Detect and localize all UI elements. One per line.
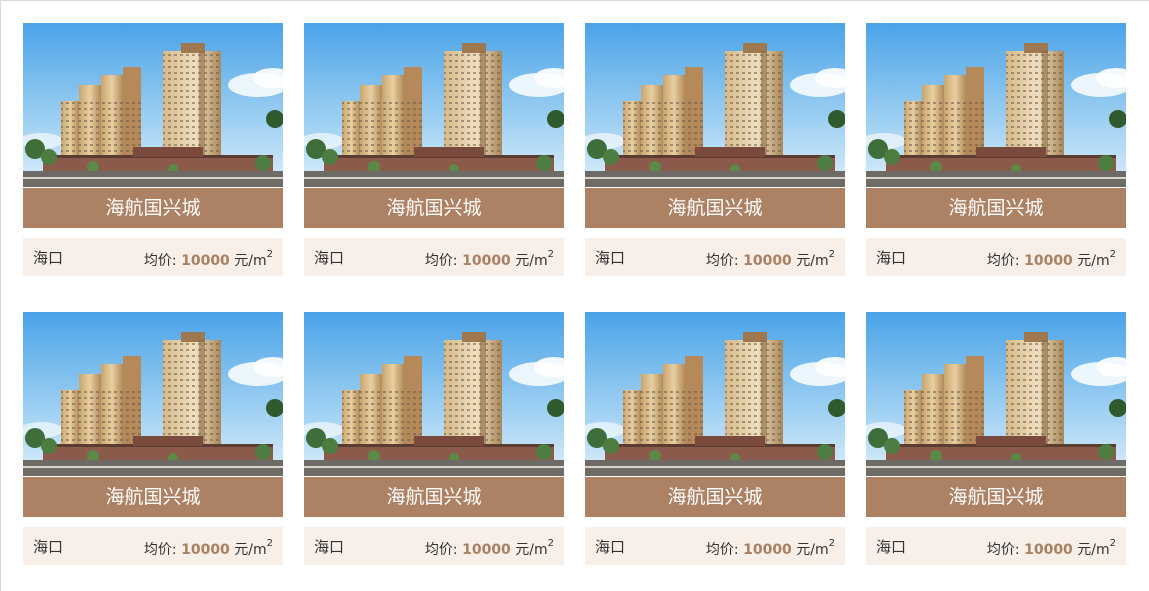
price-value: 10000 bbox=[462, 253, 511, 269]
listing-info: 海口 均价: 10000 元/m2 bbox=[304, 238, 564, 276]
price-unit-sup: 2 bbox=[1109, 538, 1116, 550]
price-label: 均价: bbox=[143, 253, 177, 269]
listing-card[interactable]: 海航国兴城 海口 均价: 10000 元/m2 bbox=[304, 23, 564, 276]
listing-title[interactable]: 海航国兴城 bbox=[866, 477, 1126, 517]
price-value: 10000 bbox=[1024, 253, 1073, 269]
price-value: 10000 bbox=[1024, 542, 1073, 558]
price-value: 10000 bbox=[743, 542, 792, 558]
listing-location: 海口 bbox=[876, 538, 907, 556]
listing-info: 海口 均价: 10000 元/m2 bbox=[23, 238, 283, 276]
listing-price: 均价: 10000 元/m2 bbox=[143, 538, 273, 559]
listing-price: 均价: 10000 元/m2 bbox=[424, 249, 554, 270]
listing-title[interactable]: 海航国兴城 bbox=[304, 188, 564, 228]
listing-price: 均价: 10000 元/m2 bbox=[986, 249, 1116, 270]
listing-price: 均价: 10000 元/m2 bbox=[143, 249, 273, 270]
price-value: 10000 bbox=[181, 542, 230, 558]
listing-card[interactable]: 海航国兴城 海口 均价: 10000 元/m2 bbox=[866, 312, 1126, 565]
listing-info: 海口 均价: 10000 元/m2 bbox=[585, 527, 845, 565]
building-photo[interactable] bbox=[585, 23, 845, 187]
listing-info: 海口 均价: 10000 元/m2 bbox=[304, 527, 564, 565]
price-unit: 元/m bbox=[234, 542, 267, 558]
listing-card[interactable]: 海航国兴城 海口 均价: 10000 元/m2 bbox=[585, 312, 845, 565]
price-unit-sup: 2 bbox=[266, 538, 273, 550]
building-photo[interactable] bbox=[585, 312, 845, 476]
listing-info: 海口 均价: 10000 元/m2 bbox=[23, 527, 283, 565]
listing-location: 海口 bbox=[595, 538, 626, 556]
listing-title[interactable]: 海航国兴城 bbox=[304, 477, 564, 517]
listing-info: 海口 均价: 10000 元/m2 bbox=[585, 238, 845, 276]
listing-card[interactable]: 海航国兴城 海口 均价: 10000 元/m2 bbox=[23, 312, 283, 565]
price-unit: 元/m bbox=[234, 253, 267, 269]
listing-location: 海口 bbox=[595, 249, 626, 267]
building-photo[interactable] bbox=[304, 23, 564, 187]
building-photo[interactable] bbox=[23, 23, 283, 187]
listing-title[interactable]: 海航国兴城 bbox=[23, 477, 283, 517]
listing-price: 均价: 10000 元/m2 bbox=[424, 538, 554, 559]
listing-price: 均价: 10000 元/m2 bbox=[705, 249, 835, 270]
building-photo[interactable] bbox=[866, 23, 1126, 187]
price-label: 均价: bbox=[424, 542, 458, 558]
listing-title[interactable]: 海航国兴城 bbox=[585, 188, 845, 228]
price-unit: 元/m bbox=[1077, 542, 1110, 558]
listing-title[interactable]: 海航国兴城 bbox=[23, 188, 283, 228]
listing-location: 海口 bbox=[33, 538, 64, 556]
price-label: 均价: bbox=[424, 253, 458, 269]
price-label: 均价: bbox=[986, 542, 1020, 558]
price-unit-sup: 2 bbox=[828, 249, 835, 261]
price-value: 10000 bbox=[181, 253, 230, 269]
listing-location: 海口 bbox=[314, 249, 345, 267]
price-label: 均价: bbox=[143, 542, 177, 558]
listing-card[interactable]: 海航国兴城 海口 均价: 10000 元/m2 bbox=[585, 23, 845, 276]
listing-card[interactable]: 海航国兴城 海口 均价: 10000 元/m2 bbox=[304, 312, 564, 565]
price-unit-sup: 2 bbox=[547, 538, 554, 550]
price-value: 10000 bbox=[462, 542, 511, 558]
price-label: 均价: bbox=[705, 542, 739, 558]
listing-card[interactable]: 海航国兴城 海口 均价: 10000 元/m2 bbox=[23, 23, 283, 276]
listing-location: 海口 bbox=[876, 249, 907, 267]
listing-info: 海口 均价: 10000 元/m2 bbox=[866, 527, 1126, 565]
building-photo[interactable] bbox=[866, 312, 1126, 476]
price-unit: 元/m bbox=[515, 542, 548, 558]
building-photo[interactable] bbox=[23, 312, 283, 476]
price-unit-sup: 2 bbox=[547, 249, 554, 261]
listing-info: 海口 均价: 10000 元/m2 bbox=[866, 238, 1126, 276]
price-label: 均价: bbox=[705, 253, 739, 269]
listing-location: 海口 bbox=[314, 538, 345, 556]
listing-card[interactable]: 海航国兴城 海口 均价: 10000 元/m2 bbox=[866, 23, 1126, 276]
price-unit: 元/m bbox=[1077, 253, 1110, 269]
listing-title[interactable]: 海航国兴城 bbox=[585, 477, 845, 517]
price-unit: 元/m bbox=[796, 253, 829, 269]
price-unit-sup: 2 bbox=[1109, 249, 1116, 261]
building-photo[interactable] bbox=[304, 312, 564, 476]
listing-location: 海口 bbox=[33, 249, 64, 267]
listing-price: 均价: 10000 元/m2 bbox=[986, 538, 1116, 559]
listing-price: 均价: 10000 元/m2 bbox=[705, 538, 835, 559]
price-label: 均价: bbox=[986, 253, 1020, 269]
price-unit-sup: 2 bbox=[828, 538, 835, 550]
price-unit: 元/m bbox=[796, 542, 829, 558]
price-unit-sup: 2 bbox=[266, 249, 273, 261]
price-value: 10000 bbox=[743, 253, 792, 269]
price-unit: 元/m bbox=[515, 253, 548, 269]
listing-title[interactable]: 海航国兴城 bbox=[866, 188, 1126, 228]
